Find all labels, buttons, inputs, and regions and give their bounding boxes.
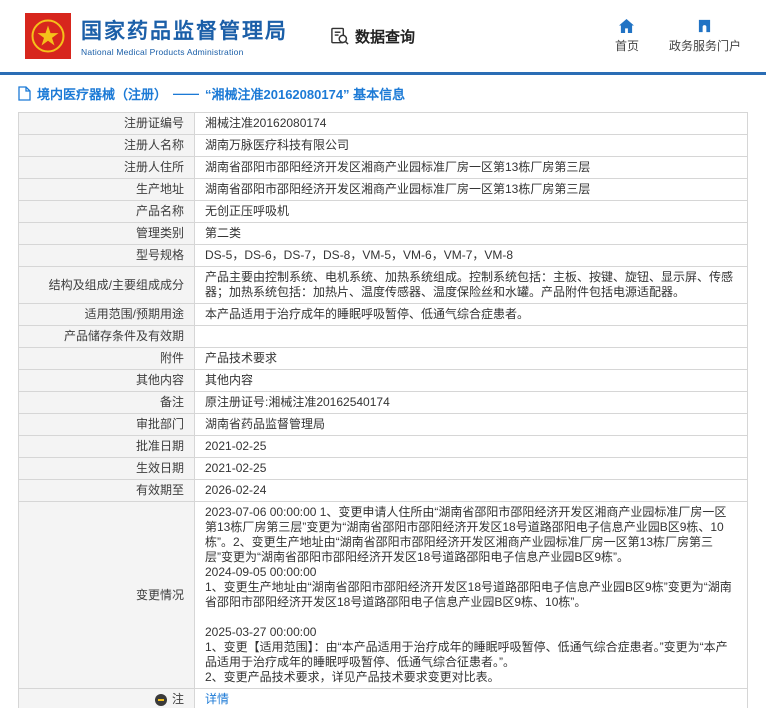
row-value: 本产品适用于治疗成年的睡眠呼吸暂停、低通气综合症患者。 [195,304,747,325]
table-row-storage-conditions: 产品储存条件及有效期 [19,326,747,348]
table-row-change-history: 变更情况 2023-07-06 00:00:00 1、变更申请人住所由“湖南省邵… [19,502,747,689]
note-icon [155,694,167,706]
table-row-attachment: 附件 产品技术要求 [19,348,747,370]
data-query-icon [330,27,349,46]
row-label: 生产地址 [19,179,195,200]
table-row-structure-composition: 结构及组成/主要组成成分 产品主要由控制系统、电机系统、加热系统组成。控制系统包… [19,267,747,304]
row-label-text: 注 [172,692,184,707]
breadcrumb-dash: —— [173,86,199,101]
row-value: 2021-02-25 [195,436,747,457]
page: 国家药品监督管理局 National Medical Products Admi… [0,0,766,708]
table-row-management-class: 管理类别 第二类 [19,223,747,245]
breadcrumb-current: “湘械注准20162080174” 基本信息 [205,84,405,103]
row-value: 原注册证号:湘械注准20162540174 [195,392,747,413]
row-value: 2026-02-24 [195,480,747,501]
site-header: 国家药品监督管理局 National Medical Products Admi… [0,0,766,72]
row-value: 详情 [195,689,747,708]
row-label: 注册人名称 [19,135,195,156]
row-value: 湘械注准20162080174 [195,113,747,134]
row-label: 结构及组成/主要组成成分 [19,267,195,303]
table-row-approval-date: 批准日期 2021-02-25 [19,436,747,458]
row-label: 适用范围/预期用途 [19,304,195,325]
top-links: 首页 政务服务门户 [615,19,741,54]
table-row-remarks: 备注 原注册证号:湘械注准20162540174 [19,392,747,414]
row-label: 型号规格 [19,245,195,266]
breadcrumb: 境内医疗器械（注册） —— “湘械注准20162080174” 基本信息 [0,75,766,110]
row-label: 产品名称 [19,201,195,222]
brand[interactable]: 国家药品监督管理局 National Medical Products Admi… [25,13,288,59]
table-row-registrant-address: 注册人住所 湖南省邵阳市邵阳经济开发区湘商产业园标准厂房一区第13栋厂房第三层 [19,157,747,179]
row-value: 无创正压呼吸机 [195,201,747,222]
row-value: 产品主要由控制系统、电机系统、加热系统组成。控制系统包括：主板、按键、旋钮、显示… [195,267,747,303]
row-label: 其他内容 [19,370,195,391]
row-label: 审批部门 [19,414,195,435]
row-value [195,326,747,347]
row-value: 其他内容 [195,370,747,391]
row-value: 2023-07-06 00:00:00 1、变更申请人住所由“湖南省邵阳市邵阳经… [195,502,747,688]
row-label: 附件 [19,348,195,369]
row-value: 湖南省邵阳市邵阳经济开发区湘商产业园标准厂房一区第13栋厂房第三层 [195,157,747,178]
nav-portal[interactable]: 政务服务门户 [669,19,741,54]
site-title: 国家药品监督管理局 [81,15,288,45]
table-row-registrant-name: 注册人名称 湖南万脉医疗科技有限公司 [19,135,747,157]
table-row-product-name: 产品名称 无创正压呼吸机 [19,201,747,223]
row-value: 湖南省药品监督管理局 [195,414,747,435]
brand-text: 国家药品监督管理局 National Medical Products Admi… [81,15,288,57]
home-label: 首页 [615,37,639,54]
row-label: 注册证编号 [19,113,195,134]
table-row-other-content: 其他内容 其他内容 [19,370,747,392]
nav-home[interactable]: 首页 [615,19,639,54]
national-emblem-logo [25,13,71,59]
table-row-note: 注 详情 [19,689,747,708]
row-label: 备注 [19,392,195,413]
row-label: 生效日期 [19,458,195,479]
table-row-model-spec: 型号规格 DS-5，DS-6，DS-7，DS-8，VM-5，VM-6，VM-7，… [19,245,747,267]
table-row-approval-department: 审批部门 湖南省药品监督管理局 [19,414,747,436]
table-row-effective-date: 生效日期 2021-02-25 [19,458,747,480]
row-value: 湖南万脉医疗科技有限公司 [195,135,747,156]
nav-data-query[interactable]: 数据查询 [330,26,415,47]
row-value: 第二类 [195,223,747,244]
row-label: 变更情况 [19,502,195,688]
row-label: 管理类别 [19,223,195,244]
document-icon [18,86,31,101]
details-link[interactable]: 详情 [205,692,229,707]
table-row-intended-use: 适用范围/预期用途 本产品适用于治疗成年的睡眠呼吸暂停、低通气综合症患者。 [19,304,747,326]
row-value: 湖南省邵阳市邵阳经济开发区湘商产业园标准厂房一区第13栋厂房第三层 [195,179,747,200]
row-value: 2021-02-25 [195,458,747,479]
portal-icon [697,19,712,33]
row-label: 注册人住所 [19,157,195,178]
table-row-reg-number: 注册证编号 湘械注准20162080174 [19,113,747,135]
table-row-production-address: 生产地址 湖南省邵阳市邵阳经济开发区湘商产业园标准厂房一区第13栋厂房第三层 [19,179,747,201]
row-label: 注 [19,689,195,708]
row-label: 产品储存条件及有效期 [19,326,195,347]
row-value: 产品技术要求 [195,348,747,369]
breadcrumb-section[interactable]: 境内医疗器械（注册） [37,84,167,103]
row-value: DS-5，DS-6，DS-7，DS-8，VM-5，VM-6，VM-7，VM-8 [195,245,747,266]
data-query-label: 数据查询 [355,26,415,47]
table-row-expiry-date: 有效期至 2026-02-24 [19,480,747,502]
portal-label: 政务服务门户 [669,37,741,54]
row-label: 批准日期 [19,436,195,457]
info-table: 注册证编号 湘械注准20162080174 注册人名称 湖南万脉医疗科技有限公司… [18,112,748,708]
site-subtitle: National Medical Products Administration [81,47,288,57]
row-label: 有效期至 [19,480,195,501]
home-icon [619,19,634,33]
